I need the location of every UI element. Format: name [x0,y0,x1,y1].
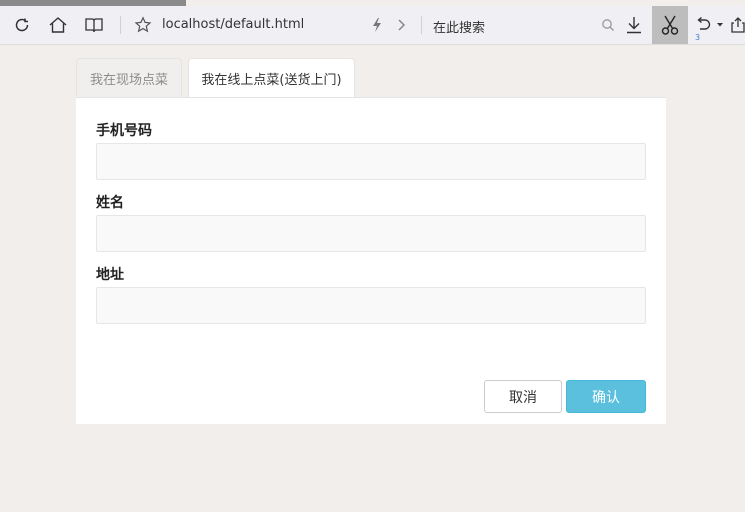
confirm-button[interactable]: 确认 [566,380,646,413]
search-box[interactable]: 在此搜索 [433,17,485,36]
home-button[interactable] [44,6,72,44]
forward-button[interactable] [392,6,410,44]
cancel-button[interactable]: 取消 [484,380,562,413]
toolbar-divider [421,16,422,34]
search-icon [601,18,615,32]
home-icon [48,16,68,34]
phone-label: 手机号码 [96,123,152,139]
undo-icon [694,16,712,34]
phone-input[interactable] [96,143,646,180]
download-button[interactable] [620,6,648,44]
refresh-button[interactable] [8,6,36,44]
screenshot-cut-button[interactable] [652,6,688,44]
undo-count-badge: 3 [695,33,701,42]
toolbar-divider [120,16,121,34]
chevron-right-icon [396,18,406,32]
address-bar[interactable]: localhost/default.html [162,17,304,32]
reading-view-icon [84,16,104,34]
name-input[interactable] [96,215,646,252]
dropdown-caret-icon [716,22,724,28]
address-label: 地址 [96,267,124,283]
undo-menu-button[interactable] [714,6,726,44]
lightning-icon [371,17,383,33]
tab-online-delivery[interactable]: 我在线上点菜(送货上门) [188,58,355,98]
share-button[interactable] [730,6,745,44]
scissors-icon [660,14,680,36]
browser-toolbar: localhost/default.html 在此搜索 3 [0,6,745,45]
name-label: 姓名 [96,195,124,211]
favorite-button[interactable] [130,6,156,44]
address-input[interactable] [96,287,646,324]
tab-dine-in[interactable]: 我在现场点菜 [76,58,182,97]
accelerate-button[interactable] [368,6,386,44]
search-button[interactable] [598,6,618,44]
reading-view-button[interactable] [80,6,108,44]
delivery-form-panel: 手机号码 姓名 地址 取消 确认 [76,97,666,424]
share-icon [730,16,745,34]
download-icon [624,15,644,35]
star-icon [134,16,152,34]
refresh-icon [13,16,31,34]
